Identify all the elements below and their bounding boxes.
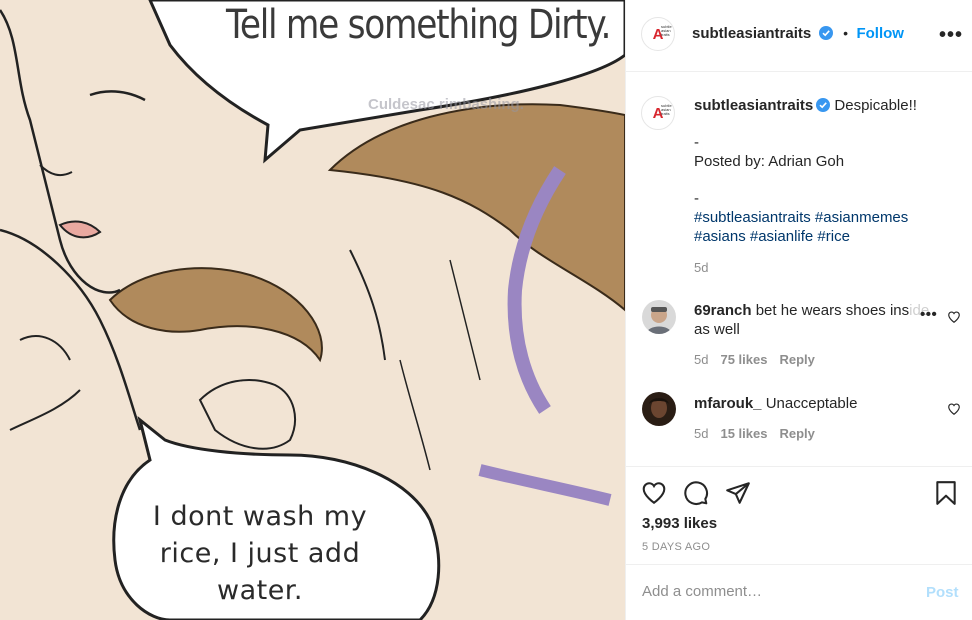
caption-username[interactable]: subtleasiantraits [694, 97, 813, 114]
comment-username[interactable]: mfarouk_ [694, 395, 762, 412]
add-comment-bar: Post [626, 564, 972, 620]
share-send-icon[interactable] [725, 480, 751, 506]
likes-count[interactable]: 3,993 likes [642, 515, 717, 532]
verified-badge-icon [816, 98, 831, 112]
comment-body: as well [694, 321, 740, 338]
verified-badge-icon [818, 26, 833, 40]
post-comment-button[interactable]: Post [926, 584, 959, 601]
more-options-icon[interactable]: ••• [939, 24, 963, 47]
post-caption: subtleasiantraits Despicable!! - Posted … [694, 96, 959, 277]
follow-separator: • [843, 25, 849, 41]
comment-input[interactable] [642, 583, 902, 600]
comment-meta: 5d 75 likes Reply [694, 352, 815, 367]
caption-dash: - [694, 190, 699, 207]
comment-username[interactable]: 69ranch [694, 302, 752, 319]
comic-caption-top: Tell me something Dirty. [226, 2, 611, 48]
comment-reply-button[interactable]: Reply [779, 426, 814, 441]
post-time-ago[interactable]: 5 DAYS AGO [642, 541, 710, 553]
comic-caption-line: I dont wash my [152, 501, 368, 532]
comment-like-icon[interactable] [947, 402, 961, 416]
avatar-image [642, 392, 676, 426]
caption-hashtags[interactable]: #subtleasiantraits #asianmemes [694, 208, 959, 227]
comment-text: 69ranch bet he wears shoes inside as wel… [694, 301, 934, 339]
bookmark-save-icon[interactable] [933, 480, 959, 506]
commenter-avatar[interactable] [642, 300, 676, 334]
comment-body: Unacceptable [765, 395, 858, 412]
comment-meta: 5d 15 likes Reply [694, 426, 815, 441]
comic-caption-line: rice, I just add [159, 538, 361, 569]
comment-text: mfarouk_ Unacceptable [694, 394, 934, 413]
caption-text: Despicable!! [834, 97, 917, 114]
header-user-row: subtleasiantraits • Follow [692, 25, 904, 43]
comment-time[interactable]: 5d [694, 352, 708, 367]
caption-time[interactable]: 5d [694, 258, 959, 277]
logo-mini-text: subtle asian traits [661, 103, 672, 116]
comment-bubble-icon[interactable] [683, 480, 709, 506]
comment-time[interactable]: 5d [694, 426, 708, 441]
post-side-panel: A subtle asian traits subtleasiantraits … [625, 0, 972, 620]
comment-body: bet he wears shoes ins [755, 302, 910, 319]
caption-posted-by: Posted by: Adrian Goh [694, 153, 845, 170]
post-header: A subtle asian traits subtleasiantraits … [626, 0, 972, 72]
header-username[interactable]: subtleasiantraits [692, 25, 811, 42]
comment-item: 69ranch bet he wears shoes inside as wel… [626, 300, 972, 380]
like-heart-icon[interactable] [641, 480, 667, 506]
comment-reply-button[interactable]: Reply [779, 352, 814, 367]
post-actions: 3,993 likes 5 DAYS AGO [626, 466, 972, 564]
watermark-text: Culdesac rimbashing. [368, 96, 524, 113]
avatar-image [642, 300, 676, 334]
caption-dash: - [694, 134, 699, 151]
comment-like-icon[interactable] [947, 310, 961, 324]
comic-caption-line: water. [216, 575, 304, 606]
comment-item: mfarouk_ Unacceptable 5d 15 likes Reply [626, 392, 972, 452]
comment-options-icon[interactable]: ••• [920, 306, 937, 323]
comment-likes[interactable]: 15 likes [720, 426, 767, 441]
caption-avatar[interactable]: A subtle asian traits [641, 96, 675, 130]
caption-first-line: subtleasiantraits Despicable!! [694, 96, 959, 115]
caption-hashtags[interactable]: #asians #asianlife #rice [694, 227, 959, 246]
comic-caption-bottom: I dont wash my rice, I just add water. [150, 498, 370, 609]
logo-mini-text: subtle asian traits [661, 24, 672, 37]
account-avatar[interactable]: A subtle asian traits [641, 17, 675, 51]
comment-likes[interactable]: 75 likes [720, 352, 767, 367]
commenter-avatar[interactable] [642, 392, 676, 426]
follow-button[interactable]: Follow [856, 25, 904, 42]
post-image[interactable]: Tell me something Dirty. Culdesac rimbas… [0, 0, 625, 620]
